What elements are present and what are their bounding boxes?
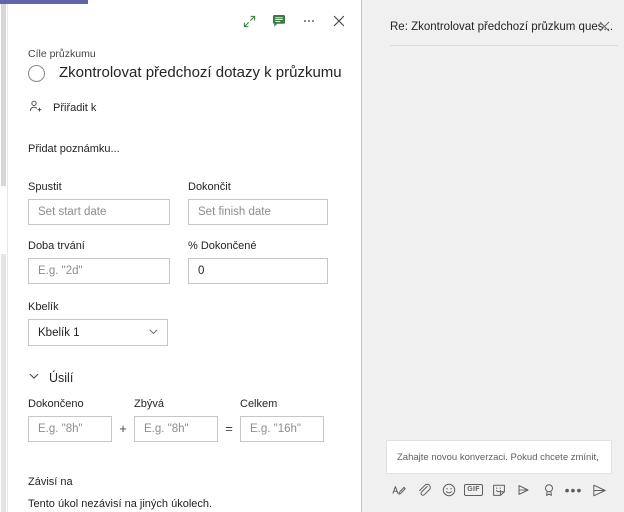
expand-icon[interactable] [235, 8, 263, 34]
more-options-icon[interactable] [295, 8, 323, 34]
gif-icon[interactable]: GIF [461, 477, 486, 503]
effort-remaining-label: Zbývá [134, 398, 164, 410]
percent-complete-field: % Dokončené [188, 240, 328, 284]
effort-row: Dokončeno + Zbývá = Celkem [28, 398, 324, 442]
duration-input[interactable] [28, 258, 170, 284]
percent-complete-label: % Dokončené [188, 240, 257, 252]
assign-to-label: Přiřadit k [53, 102, 97, 114]
finish-date-input[interactable] [188, 199, 328, 225]
attach-icon[interactable] [411, 477, 436, 503]
sticker-icon[interactable] [486, 477, 511, 503]
close-icon[interactable] [325, 8, 353, 34]
format-icon[interactable] [386, 477, 411, 503]
task-complete-checkbox[interactable] [28, 64, 45, 82]
effort-completed-input[interactable] [28, 416, 112, 442]
send-icon[interactable] [587, 477, 612, 503]
start-date-label: Spustit [28, 181, 62, 193]
conversation-header: Re: Zkontrolovat předchozí průzkum ques.… [362, 0, 624, 46]
compose-area: Zahajte novou konverzaci. Pokud chcete z… [386, 440, 612, 504]
conversation-pane: Re: Zkontrolovat předchozí průzkum ques.… [362, 0, 624, 512]
chevron-down-icon [28, 370, 40, 385]
emoji-icon[interactable] [436, 477, 461, 503]
conversation-title: Re: Zkontrolovat předchozí průzkum ques.… [390, 21, 614, 33]
chat-bubble-icon[interactable] [265, 8, 293, 34]
effort-plus-operator: + [119, 421, 127, 436]
effort-total-field: Celkem [240, 398, 324, 442]
depends-on-section: Závisí na Tento úkol nezávisí na jiných … [28, 476, 212, 510]
accent-bar [0, 0, 88, 4]
stream-icon[interactable] [511, 477, 536, 503]
start-date-input[interactable] [28, 199, 170, 225]
task-title[interactable]: Zkontrolovat předchozí dotazy k průzkumu [59, 63, 342, 83]
bucket-label: Kbelík [28, 301, 59, 313]
task-details-window: Cíle průzkumu Zkontrolovat předchozí dot… [0, 0, 624, 512]
bucket-select[interactable]: Kbelík 1 [28, 319, 168, 346]
assign-to-row[interactable]: Přiřadit k [28, 99, 96, 117]
pane-toolbar [235, 8, 353, 34]
goal-label: Cíle průzkumu [28, 48, 96, 60]
close-icon[interactable] [592, 14, 616, 38]
message-input[interactable]: Zahajte novou konverzaci. Pokud chcete z… [386, 440, 612, 474]
chevron-down-icon [148, 326, 159, 340]
effort-section-title: Úsilí [49, 370, 74, 385]
effort-equals-operator: = [225, 421, 233, 436]
depends-on-description: Tento úkol nezávisí na jiných úkolech. [28, 498, 213, 510]
person-add-icon [28, 99, 43, 117]
duration-label: Doba trvání [28, 240, 85, 252]
effort-completed-label: Dokončeno [28, 398, 84, 410]
message-list [362, 46, 624, 450]
effort-remaining-input[interactable] [134, 416, 218, 442]
percent-complete-input[interactable] [188, 258, 328, 284]
gif-label: GIF [464, 484, 483, 496]
more-options-icon[interactable]: ••• [561, 477, 586, 503]
start-date-field: Spustit [28, 181, 170, 225]
left-scrollbar[interactable] [0, 4, 8, 512]
effort-total-input[interactable] [240, 416, 324, 442]
scrollbar-track[interactable] [1, 254, 6, 512]
effort-total-label: Celkem [240, 398, 278, 410]
note-input[interactable]: Přidat poznámku... [28, 143, 120, 155]
bucket-field: Kbelík Kbelík 1 [28, 301, 168, 346]
scrollbar-thumb[interactable] [1, 4, 6, 186]
message-input-placeholder: Zahajte novou konverzaci. Pokud chcete z… [397, 451, 601, 463]
bucket-selected-value: Kbelík 1 [38, 326, 80, 339]
task-title-row: Zkontrolovat předchozí dotazy k průzkumu [28, 63, 348, 83]
finish-date-label: Dokončit [188, 181, 231, 193]
compose-toolbar: GIF ••• [386, 474, 612, 504]
finish-date-field: Dokončit [188, 181, 328, 225]
effort-remaining-field: Zbývá [134, 398, 218, 442]
depends-on-label: Závisí na [28, 476, 73, 488]
duration-field: Doba trvání [28, 240, 170, 284]
praise-icon[interactable] [536, 477, 561, 503]
effort-completed-field: Dokončeno [28, 398, 112, 442]
more-dots: ••• [564, 482, 583, 498]
task-detail-pane: Cíle průzkumu Zkontrolovat předchozí dot… [0, 0, 362, 512]
effort-section-header[interactable]: Úsilí [28, 370, 73, 385]
